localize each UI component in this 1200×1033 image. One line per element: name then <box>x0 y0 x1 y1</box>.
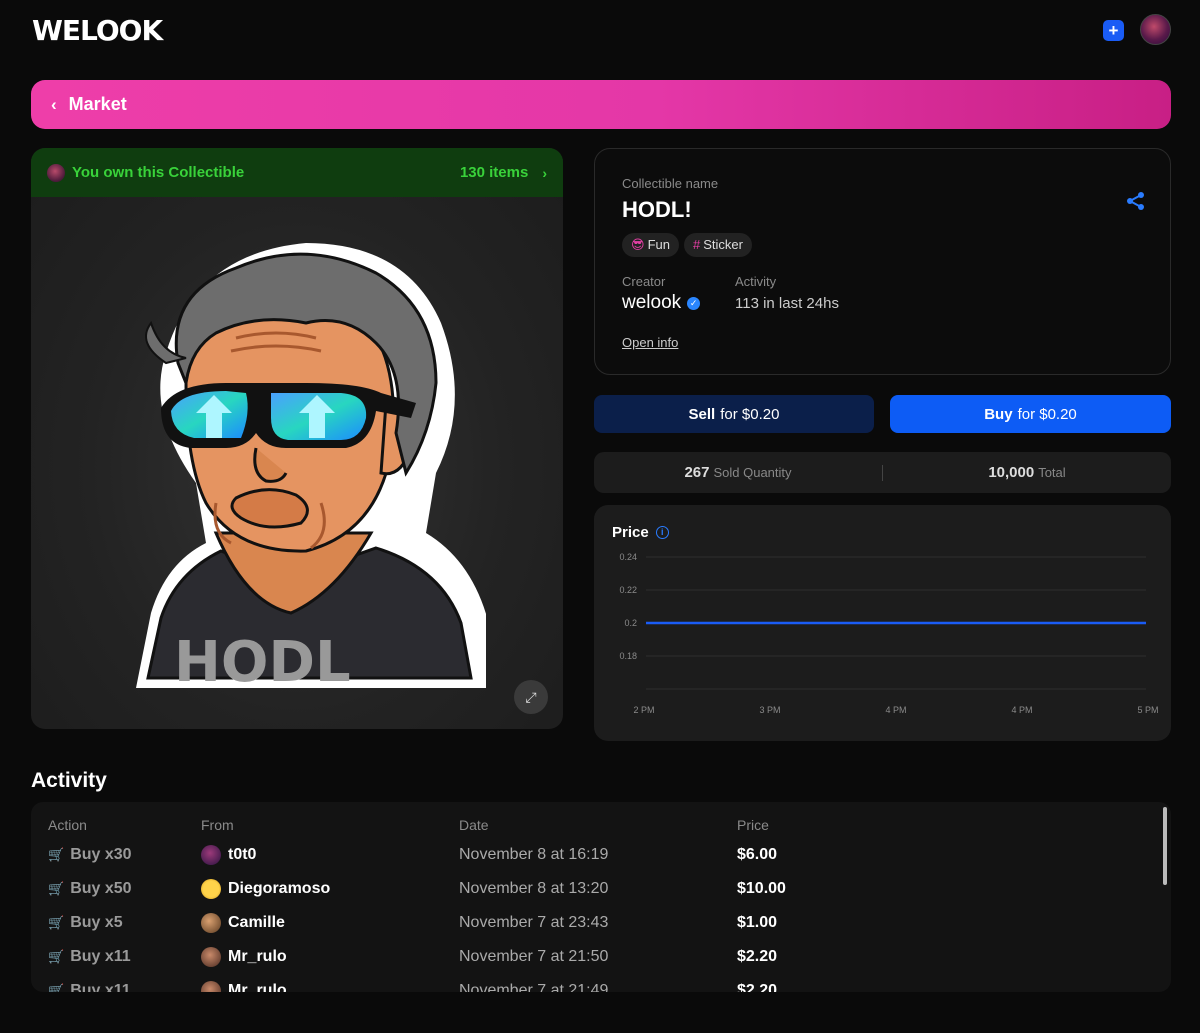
sunglasses-emoji-icon: 😎 <box>631 237 645 252</box>
column-date: Date <box>459 817 489 833</box>
svg-text:HODL: HODL <box>174 630 351 693</box>
table-row[interactable]: 🛒 Buy x30 t0t0 November 8 at 16:19 $6.00 <box>31 838 1171 872</box>
total-quantity: 10,000 Total <box>988 464 1066 481</box>
hash-icon: # <box>692 237 701 252</box>
collectible-image-card: You own this Collectible 130 items › HOD… <box>31 148 563 729</box>
collectible-name-label: Collectible name <box>622 176 719 191</box>
y-tick-label: 0.18 <box>619 651 637 661</box>
avatar <box>201 947 221 967</box>
y-tick-label: 0.22 <box>619 585 637 595</box>
open-info-link[interactable]: Open info <box>622 335 678 350</box>
ownership-bar[interactable]: You own this Collectible 130 items › <box>31 148 563 197</box>
creator-label: Creator <box>622 274 666 289</box>
table-row[interactable]: 🛒 Buy x50 Diegoramoso November 8 at 13:20… <box>31 872 1171 906</box>
activity-value: 113 in last 24hs <box>735 295 839 312</box>
cart-icon: 🛒 <box>48 983 65 992</box>
avatar <box>201 845 221 865</box>
table-row[interactable]: 🛒 Buy x5 Camille November 7 at 23:43 $1.0… <box>31 906 1171 940</box>
chevron-left-icon: ‹ <box>51 94 57 114</box>
share-icon[interactable] <box>1126 191 1146 211</box>
table-row[interactable]: 🛒 Buy x11 Mr_rulo November 7 at 21:49 $2.… <box>31 974 1171 992</box>
sold-quantity: 267 Sold Quantity <box>684 464 792 481</box>
table-row[interactable]: 🛒 Buy x11 Mr_rulo November 7 at 21:50 $2.… <box>31 940 1171 974</box>
cart-icon: 🛒 <box>48 881 65 896</box>
plus-icon: + <box>1108 21 1119 40</box>
cart-icon: 🛒 <box>48 915 65 930</box>
activity-label: Activity <box>735 274 777 289</box>
column-price: Price <box>737 817 769 833</box>
expand-icon: ⤢ <box>525 689 537 705</box>
collectible-name: HODL! <box>622 197 692 222</box>
chart-title: Price i <box>612 524 669 541</box>
back-to-market-bar[interactable]: ‹ Market <box>31 80 1171 129</box>
price-chart-card: 0.24 0.22 0.2 0.18 2 PM 3 PM 4 PM 4 PM 5 PM Pric… <box>594 505 1171 741</box>
collectible-meta: Creator welook ✓ Activity 113 in last 24h… <box>622 274 1143 314</box>
price-chart: 0.24 0.22 0.2 0.18 2 PM 3 PM 4 PM 4 PM 5 PM <box>619 552 1158 715</box>
x-tick-label: 5 PM <box>1137 705 1158 715</box>
activity-table: Action From Date Price 🛒 Buy x30 t0t0 Nov… <box>31 802 1171 992</box>
tag-sticker[interactable]: # Sticker <box>683 233 752 257</box>
collectible-info-card: Collectible name HODL! 😎 Fun # Sticker Cre… <box>594 148 1171 375</box>
cart-icon: 🛒 <box>48 847 65 862</box>
tag-fun[interactable]: 😎 Fun <box>622 233 679 257</box>
ownership-text: You own this Collectible <box>72 164 245 181</box>
avatar <box>201 879 221 899</box>
create-button[interactable]: + <box>1103 20 1124 41</box>
sell-button[interactable]: Sell for $0.20 <box>594 395 874 433</box>
market-title: Market <box>68 94 127 114</box>
y-tick-label: 0.24 <box>619 552 637 562</box>
avatar <box>201 981 221 992</box>
verified-badge-icon: ✓ <box>687 296 701 310</box>
hodl-sticker-image: HODL <box>136 243 486 693</box>
tag-list: 😎 Fun # Sticker <box>622 233 1143 257</box>
buy-button[interactable]: Buy for $0.20 <box>890 395 1171 433</box>
activity-scrollbar[interactable] <box>1163 807 1167 885</box>
owner-avatar <box>47 163 65 182</box>
chevron-right-icon: › <box>542 164 547 181</box>
column-from: From <box>201 817 234 833</box>
expand-image-button[interactable]: ⤢ <box>514 680 548 714</box>
column-action: Action <box>48 817 87 833</box>
owned-items-count: 130 items <box>459 164 529 181</box>
quantity-bar: 267 Sold Quantity 10,000 Total <box>594 452 1171 493</box>
user-avatar[interactable] <box>1140 14 1171 45</box>
activity-title: Activity <box>31 769 107 792</box>
x-tick-label: 4 PM <box>1011 705 1032 715</box>
x-tick-label: 4 PM <box>885 705 906 715</box>
welook-logo[interactable]: WELOOK <box>32 14 163 47</box>
info-icon[interactable]: i <box>655 526 669 539</box>
x-tick-label: 3 PM <box>759 705 780 715</box>
x-tick-label: 2 PM <box>633 705 654 715</box>
y-tick-label: 0.2 <box>624 618 637 628</box>
creator-name[interactable]: welook <box>622 292 681 314</box>
avatar <box>201 913 221 933</box>
cart-icon: 🛒 <box>48 949 65 964</box>
